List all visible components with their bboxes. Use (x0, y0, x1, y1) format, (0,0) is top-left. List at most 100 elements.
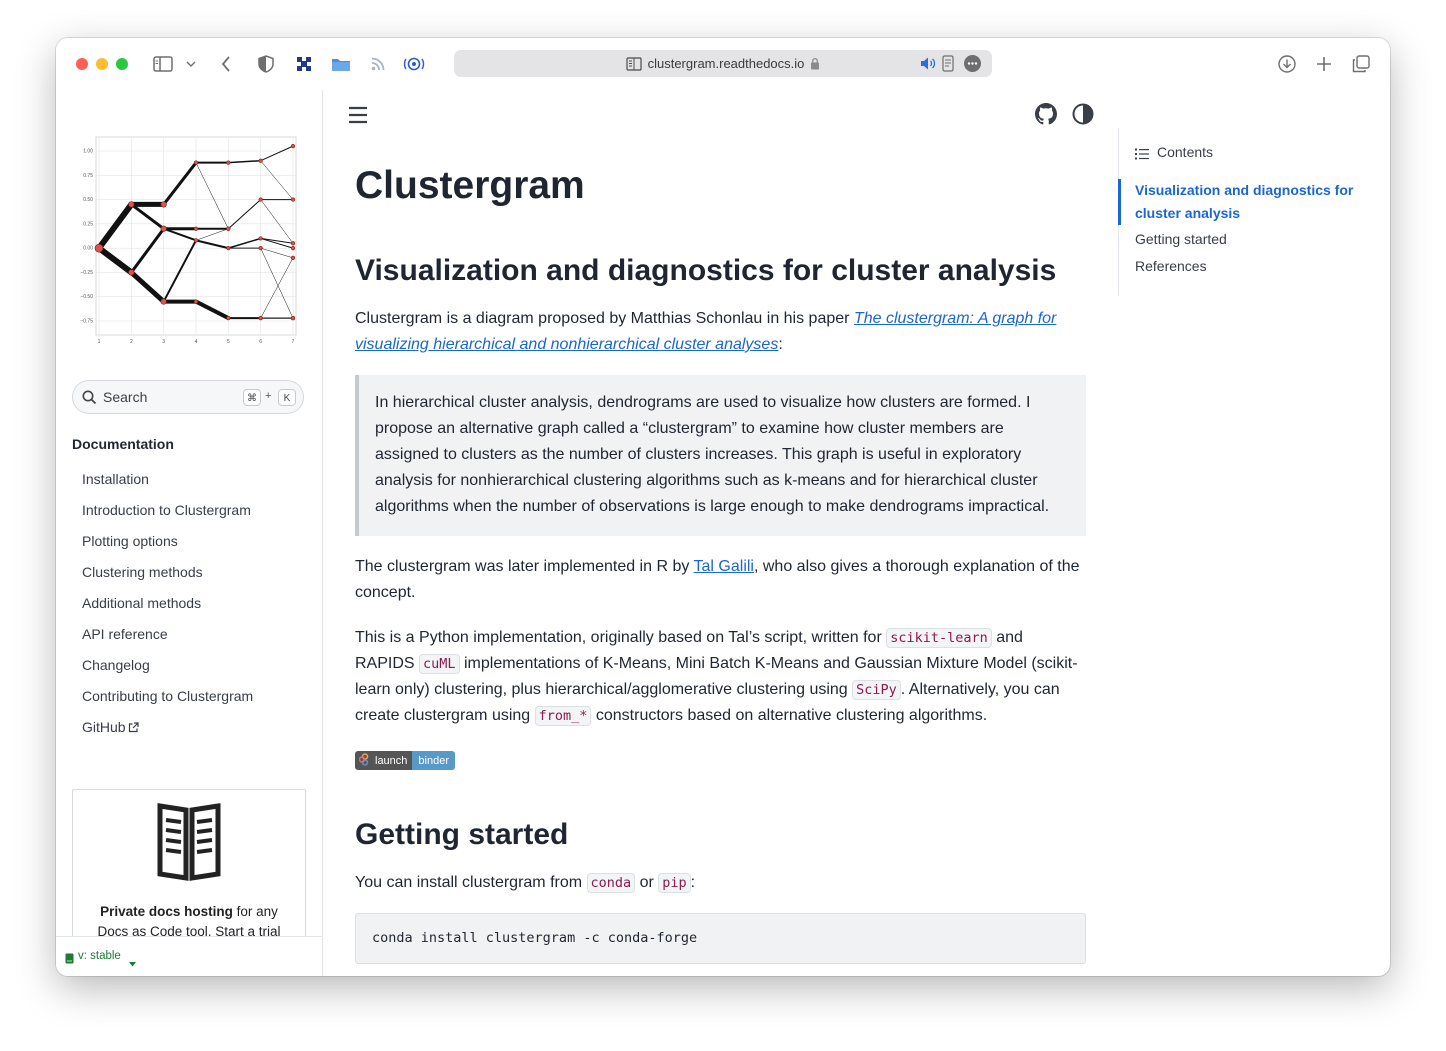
code-pip: pip (658, 873, 691, 893)
address-bar[interactable]: clustergram.readthedocs.io (454, 50, 992, 77)
reader-mode-icon[interactable] (942, 55, 954, 77)
logo-cluster-node (290, 246, 296, 251)
github-link-label[interactable]: GitHub (82, 719, 126, 735)
code-conda: conda (586, 873, 636, 893)
rss-icon[interactable] (368, 52, 388, 76)
shortcut-k-key: K (278, 389, 296, 406)
browser-toolbar: clustergram.readthedocs.io (56, 38, 1390, 90)
section-heading-visualization: Visualization and diagnostics for cluste… (355, 254, 1057, 287)
toc-item-visualization[interactable]: Visualization and diagnostics for cluste… (1135, 179, 1375, 225)
logo-y-tick: 1.00 (83, 149, 93, 155)
tab-overview-icon[interactable] (1350, 52, 1372, 76)
more-options-icon[interactable] (964, 55, 981, 72)
github-icon[interactable] (1035, 103, 1057, 130)
logo-cluster-node (160, 201, 167, 208)
logo-cluster-node (226, 315, 231, 321)
p3-text-e: constructors based on alternative cluste… (591, 707, 988, 724)
nav-item-installation[interactable]: Installation (82, 471, 149, 487)
open-book-icon (156, 802, 222, 887)
nav-item-introduction[interactable]: Introduction to Clustergram (82, 502, 251, 518)
book-icon (65, 951, 74, 969)
logo-link[interactable]: 1.00 0.75 0.50 0.25 0.00 −0.25 −0.50 −0.75 1 2 3 4… (70, 134, 300, 345)
theme-toggle-icon[interactable] (1072, 103, 1094, 130)
binder-badge-right: binder (412, 751, 455, 770)
nav-item-clustering-methods[interactable]: Clustering methods (82, 564, 203, 580)
search-icon (82, 390, 97, 410)
python-implementation-paragraph: This is a Python implementation, origina… (355, 625, 1085, 729)
logo-x-tick: 3 (162, 339, 165, 344)
binder-badge-launch: launch (375, 754, 408, 767)
back-icon[interactable] (216, 52, 236, 76)
binder-logo-icon (358, 752, 371, 769)
install-text-or: or (635, 874, 659, 891)
broadcast-icon[interactable] (402, 52, 426, 76)
speaker-icon[interactable] (920, 56, 936, 76)
shortcut-command-key: ⌘ (243, 389, 261, 406)
nav-item-github[interactable]: GitHub (82, 719, 139, 736)
nav-item-api-reference[interactable]: API reference (82, 626, 168, 642)
shield-icon[interactable] (256, 52, 276, 76)
search-placeholder[interactable]: Search (103, 389, 147, 405)
logo-cluster-node (226, 160, 231, 165)
table-of-contents: Contents Visualization and diagnostics f… (1118, 90, 1390, 976)
logo-y-tick: 0.50 (83, 197, 93, 203)
logo-cluster-node (160, 225, 167, 232)
logo-cluster-node (258, 315, 263, 321)
binder-badge[interactable]: launch binder (355, 751, 455, 770)
ad-bold-text: Private docs hosting (100, 904, 233, 919)
p3-text-a: This is a Python implementation, origina… (355, 629, 887, 646)
documentation-heading: Documentation (72, 436, 174, 452)
toc-item-getting-started[interactable]: Getting started (1135, 231, 1227, 247)
logo-cluster-node (94, 243, 104, 253)
code-scipy: SciPy (852, 680, 901, 700)
p2-text: The clustergram was later implemented in… (355, 558, 694, 575)
intro-paragraph: Clustergram is a diagram proposed by Mat… (355, 306, 1085, 358)
left-sidebar: 1.00 0.75 0.50 0.25 0.00 −0.25 −0.50 −0.75 1 2 3 4… (56, 90, 323, 976)
install-text-colon: : (690, 874, 696, 891)
logo-y-tick: −0.50 (80, 294, 93, 300)
version-label[interactable]: v: stable (78, 950, 121, 962)
logo-cluster-node (258, 236, 263, 241)
nav-item-contributing[interactable]: Contributing to Clustergram (82, 688, 253, 704)
sidebar-toggle-icon[interactable] (152, 52, 174, 76)
conda-install-codeblock[interactable]: conda install clustergram -c conda-forge (355, 913, 1086, 964)
logo-x-tick: 7 (292, 339, 295, 344)
download-icon[interactable] (1276, 52, 1298, 76)
tal-galili-link[interactable]: Tal Galili (694, 558, 754, 575)
logo-y-tick: 0.75 (83, 173, 93, 179)
toc-active-indicator (1118, 179, 1121, 225)
nav-item-changelog[interactable]: Changelog (82, 657, 150, 673)
code-scikit-learn: scikit-learn (886, 628, 992, 648)
nav-item-additional-methods[interactable]: Additional methods (82, 595, 201, 611)
logo-y-tick: −0.25 (80, 270, 93, 276)
clustergram-logo[interactable]: 1.00 0.75 0.50 0.25 0.00 −0.25 −0.50 −0.75 1 2 3 4… (70, 134, 300, 345)
logo-y-tick: −0.75 (80, 319, 93, 325)
page-content: 1.00 0.75 0.50 0.25 0.00 −0.25 −0.50 −0.75 1 2 3 4… (56, 90, 1390, 976)
close-window-button[interactable] (76, 58, 88, 70)
browser-window: clustergram.readthedocs.io 1.00 0.75 0.5… (56, 38, 1390, 976)
logo-x-tick: 1 (98, 339, 101, 344)
nav-item-plotting-options[interactable]: Plotting options (82, 533, 178, 549)
binder-badge-left: launch (355, 751, 413, 770)
version-switcher[interactable]: v: stable (56, 936, 322, 976)
extension-icon[interactable] (294, 52, 314, 76)
url-display[interactable]: clustergram.readthedocs.io (454, 50, 992, 80)
new-tab-icon[interactable] (1314, 52, 1334, 76)
logo-cluster-node (258, 246, 263, 251)
logo-cluster-node (290, 241, 296, 246)
toc-item-references[interactable]: References (1135, 258, 1207, 274)
chevron-down-icon[interactable] (184, 52, 198, 76)
search-box[interactable]: Search ⌘ + K (72, 380, 304, 414)
logo-x-tick: 4 (195, 339, 198, 344)
external-link-icon (128, 720, 139, 736)
conda-install-command[interactable]: conda install clustergram -c conda-forge (372, 930, 697, 946)
hamburger-menu-icon[interactable] (348, 106, 368, 129)
reader-icon[interactable] (625, 53, 642, 80)
intro-text: Clustergram is a diagram proposed by Mat… (355, 310, 854, 327)
logo-cluster-node (290, 144, 296, 149)
maximize-window-button[interactable] (116, 58, 128, 70)
logo-cluster-node (193, 238, 199, 243)
logo-cluster-node (160, 298, 167, 305)
minimize-window-button[interactable] (96, 58, 108, 70)
folder-extension-icon[interactable] (330, 52, 352, 76)
